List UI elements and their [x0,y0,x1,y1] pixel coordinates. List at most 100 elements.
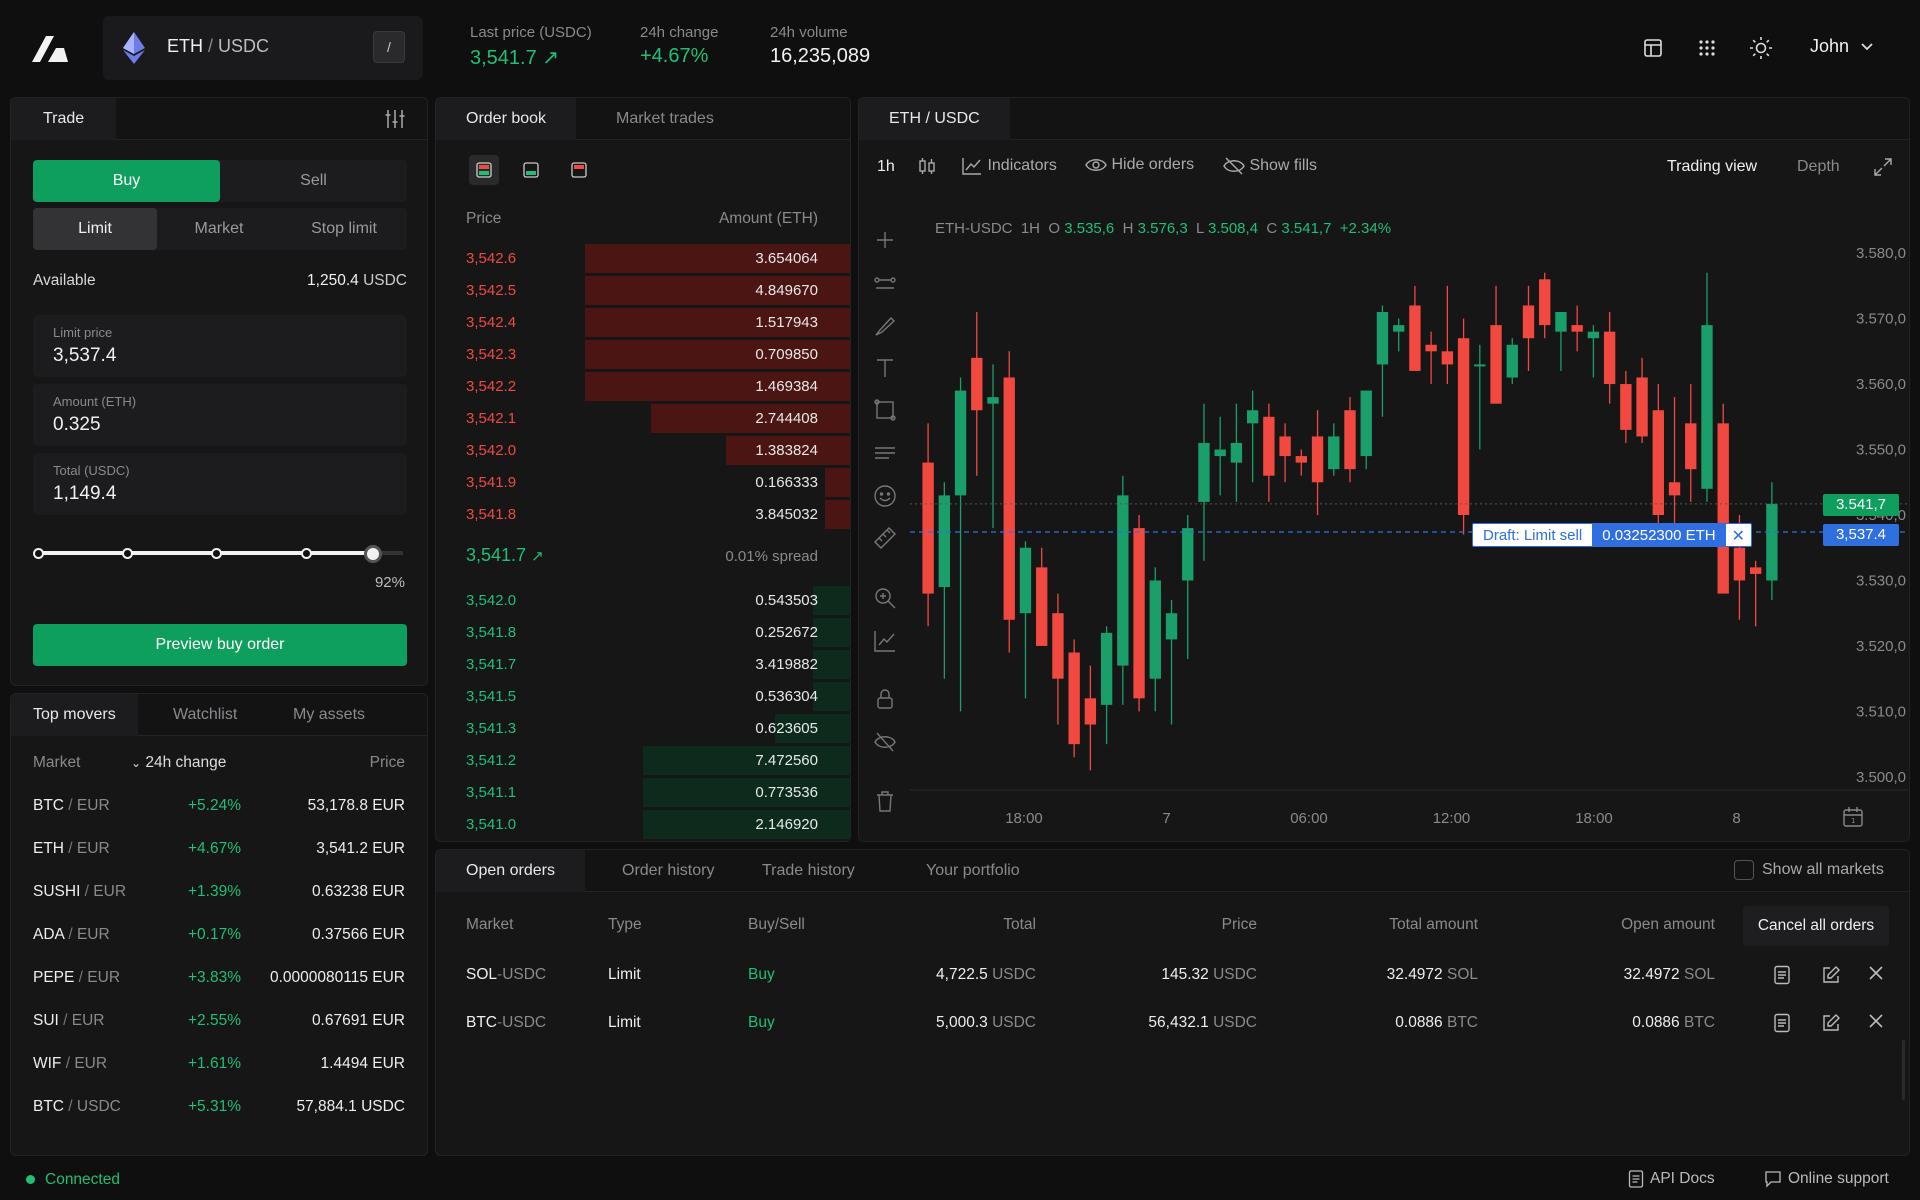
zoom-in-icon[interactable] [872,585,898,611]
calendar-icon[interactable]: 1 [1842,806,1864,828]
bid-row[interactable]: 3,542.0 0.543503 [436,584,850,616]
depth-button[interactable]: Depth [1797,158,1840,176]
mover-row[interactable]: SUSHI / EUR +1.39% 0.63238 EUR [11,871,427,914]
app-logo[interactable] [30,32,70,64]
text-tool-icon[interactable] [872,355,898,381]
ask-row[interactable]: 3,542.1 2.744408 [436,402,850,434]
sell-button[interactable]: Sell [220,160,407,202]
total-field[interactable]: Total (USDC) 1,149.4 [33,453,407,515]
shape-tool-icon[interactable] [872,397,898,423]
slider-stop-75[interactable] [301,548,312,559]
order-type-stop-limit[interactable]: Stop limit [281,208,407,250]
mover-row[interactable]: PEPE / EUR +3.83% 0.0000080115 EUR [11,957,427,1000]
book-view-both-icon[interactable] [469,155,499,185]
ask-row[interactable]: 3,542.6 3.654064 [436,242,850,274]
bid-row[interactable]: 3,541.7 3.419882 [436,648,850,680]
cancel-order-icon[interactable] [1868,1013,1884,1029]
mover-row[interactable]: WIF / EUR +1.61% 1.4494 EUR [11,1043,427,1086]
tab-order-book[interactable]: Order book [436,98,577,140]
book-view-asks-icon[interactable] [564,155,594,185]
trend-line-icon[interactable] [872,271,898,297]
market-selector[interactable]: ETH / USDC / [103,16,423,80]
buy-button[interactable]: Buy [33,160,220,202]
hide-orders-button[interactable]: Hide orders [1085,156,1194,174]
indicators-button[interactable]: Indicators [961,156,1057,176]
hide-drawings-icon[interactable] [872,729,898,755]
candle-type-icon[interactable] [917,156,937,176]
user-menu[interactable]: John [1810,36,1874,57]
order-row[interactable]: SOL-USDC Limit Buy 4,722.5 USDC 145.32 USDC 3… [436,952,1909,1000]
ask-row[interactable]: 3,542.0 1.383824 [436,434,850,466]
api-docs-link[interactable]: API Docs [1628,1170,1715,1188]
ask-row[interactable]: 3,542.2 1.469384 [436,370,850,402]
tab-top-movers[interactable]: Top movers [11,694,138,736]
show-fills-button[interactable]: Show fills [1223,156,1317,176]
tab-watchlist[interactable]: Watchlist [151,694,259,736]
edit-order-icon[interactable] [1821,1013,1841,1033]
order-row[interactable]: BTC-USDC Limit Buy 5,000.3 USDC 56,432.1 USD… [436,1000,1909,1048]
tab-trade[interactable]: Trade [11,98,117,140]
mover-row[interactable]: BTC / USDC +5.31% 57,884.1 USDC [11,1086,427,1129]
book-view-bids-icon[interactable] [516,155,546,185]
slider-stop-25[interactable] [122,548,133,559]
trash-icon[interactable] [872,788,898,814]
chart-add-icon[interactable] [872,628,898,654]
tab-my-assets[interactable]: My assets [271,694,387,736]
slider-handle[interactable] [363,545,382,563]
tab-trade-history[interactable]: Trade history [732,850,885,892]
edit-order-icon[interactable] [1821,965,1841,985]
order-details-icon[interactable] [1773,965,1791,985]
interval-selector[interactable]: 1h [877,158,895,176]
tab-your-portfolio[interactable]: Your portfolio [896,850,1050,892]
lock-icon[interactable] [872,686,898,712]
cancel-all-orders-button[interactable]: Cancel all orders [1743,906,1889,946]
preview-buy-order-button[interactable]: Preview buy order [33,624,407,666]
show-all-markets[interactable]: Show all markets [1734,860,1884,880]
amount-field[interactable]: Amount (ETH) 0.325 [33,384,407,446]
online-support-link[interactable]: Online support [1764,1170,1889,1188]
orders-scrollbar[interactable] [1902,1040,1905,1100]
cancel-order-icon[interactable] [1868,965,1884,981]
tab-open-orders[interactable]: Open orders [436,850,585,892]
order-details-icon[interactable] [1773,1013,1791,1033]
mover-row[interactable]: BTC / EUR +5.24% 53,178.8 EUR [11,785,427,828]
bid-row[interactable]: 3,541.5 0.536304 [436,680,850,712]
crosshair-icon[interactable] [872,227,898,253]
bid-row[interactable]: 3,541.8 0.252672 [436,616,850,648]
settings-sliders-icon[interactable] [384,108,406,130]
ask-row[interactable]: 3,542.4 1.517943 [436,306,850,338]
bid-row[interactable]: 3,541.3 0.623605 [436,712,850,744]
ask-row[interactable]: 3,542.3 0.709850 [436,338,850,370]
ask-row[interactable]: 3,541.8 3.845032 [436,498,850,530]
amount-slider[interactable] [33,544,407,564]
bid-row[interactable]: 3,541.0 2.146920 [436,808,850,840]
lines-tool-icon[interactable] [872,440,898,466]
bid-row[interactable]: 3,541.1 0.773536 [436,776,850,808]
ask-row[interactable]: 3,542.5 4.849670 [436,274,850,306]
order-type-market[interactable]: Market [157,208,281,250]
ask-row[interactable]: 3,541.9 0.166333 [436,466,850,498]
emoji-icon[interactable] [872,483,898,509]
ruler-icon[interactable] [872,525,898,551]
limit-price-field[interactable]: Limit price 3,537.4 [33,315,407,377]
fullscreen-icon[interactable] [1874,158,1892,176]
slider-stop-0[interactable] [33,548,44,559]
trading-view-button[interactable]: Trading view [1667,158,1757,176]
show-all-checkbox[interactable] [1734,860,1754,880]
apps-grid-icon[interactable] [1697,38,1717,58]
draft-order-tag[interactable]: Draft: Limit sell 0.03252300 ETH ✕ [1472,523,1753,547]
mover-row[interactable]: ADA / EUR +0.17% 0.37566 EUR [11,914,427,957]
tab-order-history[interactable]: Order history [592,850,744,892]
mover-row[interactable]: SUI / EUR +2.55% 0.67691 EUR [11,1000,427,1043]
close-icon[interactable]: ✕ [1725,524,1752,546]
brush-icon[interactable] [872,313,898,339]
tab-chart-pair[interactable]: ETH / USDC [859,98,1010,140]
bid-row[interactable]: 3,541.2 7.472560 [436,744,850,776]
theme-sun-icon[interactable] [1749,36,1773,60]
tab-market-trades[interactable]: Market trades [586,98,744,140]
slider-stop-50[interactable] [211,548,222,559]
col-24h-change[interactable]: ⌄ 24h change [131,754,226,772]
candlestick-chart[interactable]: 3.580,03.570,03.560,03.550,03.540,03.530… [910,240,1908,840]
shortcut-key[interactable]: / [373,31,405,63]
order-type-limit[interactable]: Limit [33,208,157,250]
